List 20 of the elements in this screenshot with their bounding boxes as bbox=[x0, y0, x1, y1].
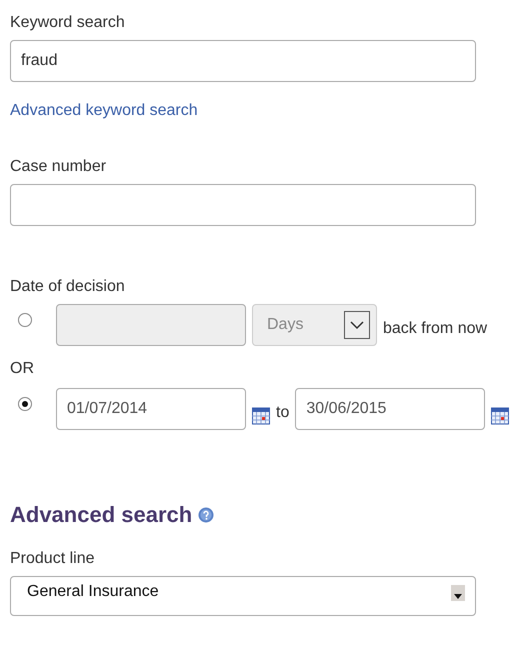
radio-button[interactable] bbox=[18, 397, 32, 411]
field-label: Keyword search bbox=[10, 14, 125, 32]
advanced-keyword-search-link[interactable]: Advanced keyword search bbox=[10, 102, 198, 120]
from-date-field[interactable]: 01/07/2014 bbox=[56, 388, 246, 430]
or-label: OR bbox=[10, 360, 34, 378]
suffix-text: back from now bbox=[383, 320, 488, 338]
field-label: Product line bbox=[10, 550, 94, 568]
to-text: to bbox=[276, 404, 290, 422]
to-date-field[interactable]: 30/06/2015 bbox=[295, 388, 486, 430]
field-label: Date of decision bbox=[10, 278, 125, 296]
section-heading: Advanced search bbox=[10, 502, 192, 528]
case-number-field[interactable] bbox=[10, 184, 476, 226]
calendar-icon[interactable] bbox=[252, 407, 270, 425]
help-icon[interactable] bbox=[198, 507, 214, 523]
field-label: Case number bbox=[10, 158, 106, 176]
chevron-icon bbox=[350, 320, 364, 330]
radio-button[interactable] bbox=[18, 313, 32, 327]
calendar-icon[interactable] bbox=[491, 407, 510, 425]
product-line-dropdown[interactable]: General Insurance bbox=[10, 576, 476, 616]
keyword-search-field[interactable]: fraud bbox=[10, 40, 476, 82]
